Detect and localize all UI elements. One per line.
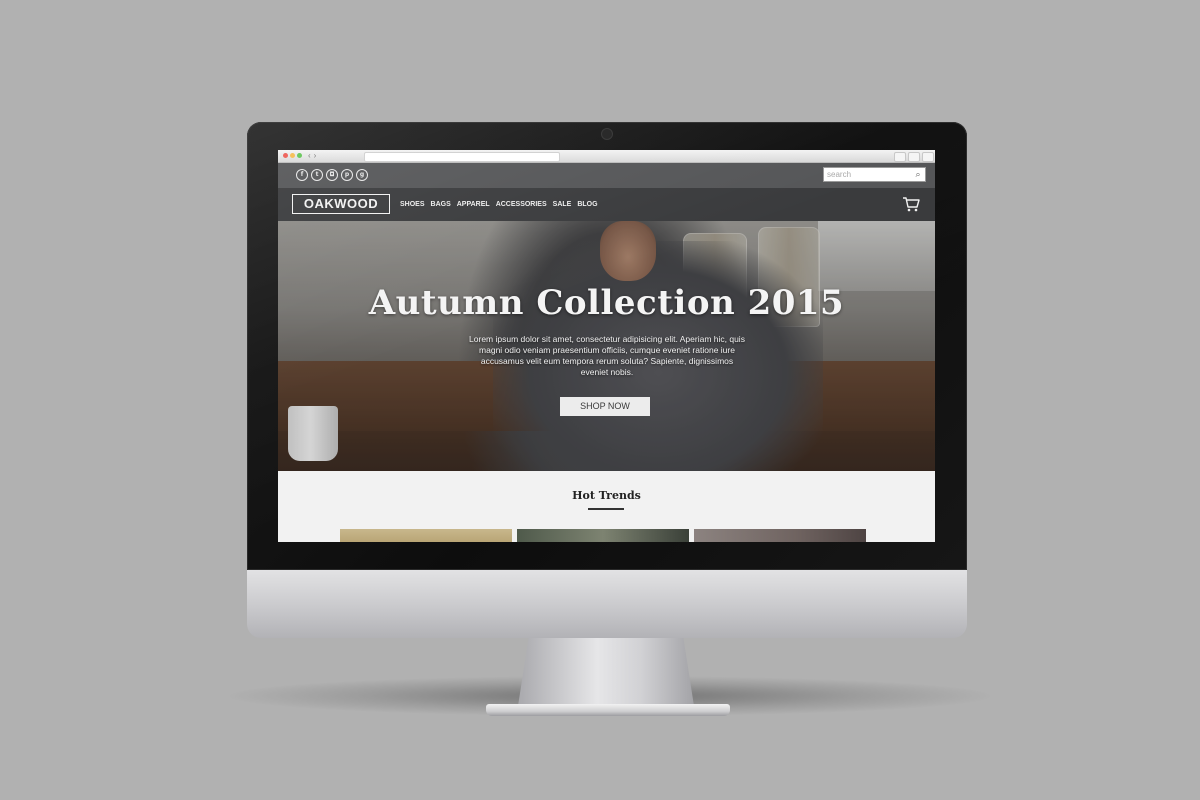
search-box: ⌕ xyxy=(823,167,926,182)
hero-description: Lorem ipsum dolor sit amet, consectetur … xyxy=(469,334,745,377)
browser-nav-arrows: ‹› xyxy=(308,151,319,161)
site-logo[interactable]: OAKWOOD xyxy=(292,194,390,214)
nav-menu: SHOES BAGS APPAREL ACCESSORIES SALE BLOG xyxy=(400,200,598,209)
screen: ‹› f t ◘ p g ⌕ OAKWOOD SHOES BAGS xyxy=(278,150,935,542)
twitter-icon[interactable]: t xyxy=(311,169,323,181)
section-underline xyxy=(588,508,624,510)
trend-card[interactable] xyxy=(340,529,512,542)
minimize-window-button[interactable] xyxy=(290,153,295,158)
camera-icon xyxy=(601,128,613,140)
pinterest-icon[interactable]: p xyxy=(341,169,353,181)
nav-item-shoes[interactable]: SHOES xyxy=(400,200,425,209)
monitor-stand-neck xyxy=(518,638,694,706)
share-button[interactable] xyxy=(894,152,906,162)
social-links: f t ◘ p g xyxy=(296,169,368,181)
site-topbar: f t ◘ p g ⌕ xyxy=(278,163,935,188)
trend-card[interactable] xyxy=(517,529,689,542)
hero-banner: Autumn Collection 2015 Lorem ipsum dolor… xyxy=(278,221,935,471)
section-title: Hot Trends xyxy=(572,489,641,502)
nav-item-bags[interactable]: BAGS xyxy=(431,200,451,209)
shop-now-button[interactable]: SHOP NOW xyxy=(560,397,650,416)
url-bar[interactable] xyxy=(364,152,560,162)
browser-chrome: ‹› xyxy=(278,150,935,163)
search-icon[interactable]: ⌕ xyxy=(913,169,923,179)
nav-item-sale[interactable]: SALE xyxy=(553,200,572,209)
monitor-stand-base xyxy=(486,704,730,716)
trend-card[interactable] xyxy=(694,529,866,542)
hero-title: Autumn Collection 2015 xyxy=(368,283,845,323)
hot-trends-section: Hot Trends xyxy=(278,471,935,542)
nav-item-blog[interactable]: BLOG xyxy=(577,200,597,209)
nav-item-apparel[interactable]: APPAREL xyxy=(457,200,490,209)
instagram-icon[interactable]: ◘ xyxy=(326,169,338,181)
new-tab-button[interactable] xyxy=(922,152,934,162)
cart-icon[interactable] xyxy=(902,195,920,213)
google-plus-icon[interactable]: g xyxy=(356,169,368,181)
tabs-button[interactable] xyxy=(908,152,920,162)
desktop-scene: ‹› f t ◘ p g ⌕ OAKWOOD SHOES BAGS xyxy=(0,0,1200,800)
forward-icon[interactable]: › xyxy=(314,151,320,160)
close-window-button[interactable] xyxy=(283,153,288,158)
main-navbar: OAKWOOD SHOES BAGS APPAREL ACCESSORIES S… xyxy=(278,188,935,221)
monitor-chin xyxy=(247,570,967,638)
facebook-icon[interactable]: f xyxy=(296,169,308,181)
nav-item-accessories[interactable]: ACCESSORIES xyxy=(496,200,547,209)
search-input[interactable] xyxy=(827,168,911,181)
maximize-window-button[interactable] xyxy=(297,153,302,158)
